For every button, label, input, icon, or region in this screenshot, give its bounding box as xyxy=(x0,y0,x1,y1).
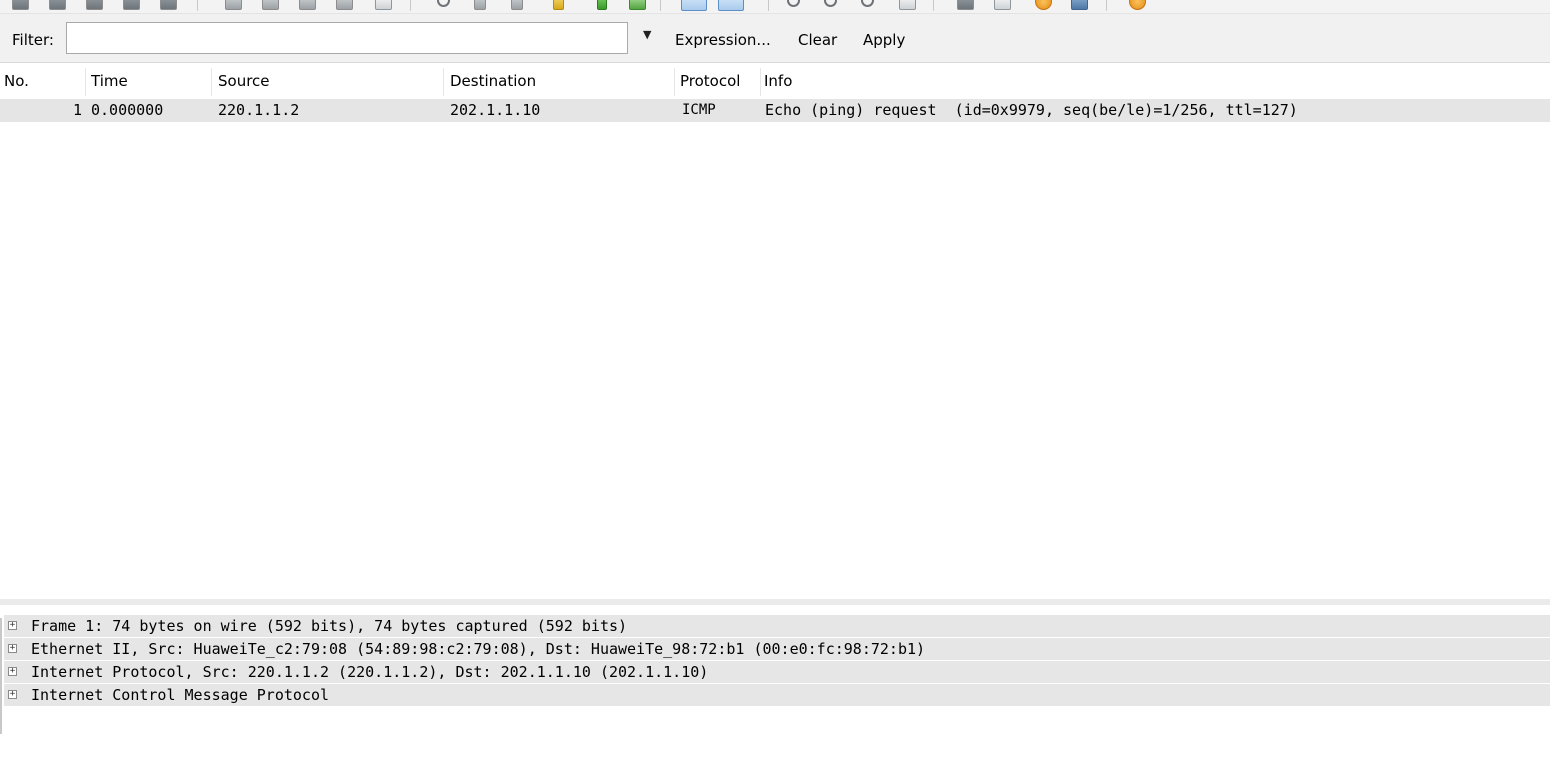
preferences-icon[interactable] xyxy=(1071,0,1088,10)
help-icon[interactable] xyxy=(1129,0,1146,10)
tree-item-ethernet[interactable]: + Ethernet II, Src: HuaweiTe_c2:79:08 (5… xyxy=(4,638,1550,660)
colorize-icon[interactable] xyxy=(681,0,707,11)
packet-protocol: ICMP xyxy=(682,102,716,118)
tree-border xyxy=(0,618,2,734)
expand-icon[interactable]: + xyxy=(8,644,17,653)
go-last-icon[interactable] xyxy=(629,0,646,10)
tree-item-label: Ethernet II, Src: HuaweiTe_c2:79:08 (54:… xyxy=(31,640,926,658)
packet-details-tree: + Frame 1: 74 bytes on wire (592 bits), … xyxy=(0,599,1550,734)
column-header-info[interactable]: Info xyxy=(764,72,792,90)
expand-icon[interactable]: + xyxy=(8,621,17,630)
tree-item-ip[interactable]: + Internet Protocol, Src: 220.1.1.2 (220… xyxy=(4,661,1550,683)
save-file-icon[interactable] xyxy=(262,0,279,10)
column-divider[interactable] xyxy=(760,68,761,96)
coloring-rules-icon[interactable] xyxy=(1035,0,1052,10)
print-icon[interactable] xyxy=(375,0,392,10)
column-divider[interactable] xyxy=(674,68,675,96)
packet-time: 0.000000 xyxy=(91,101,164,119)
toolbar-separator xyxy=(410,0,411,11)
zoom-in-icon[interactable] xyxy=(787,0,800,7)
go-back-icon[interactable] xyxy=(474,0,486,10)
expand-icon[interactable]: + xyxy=(8,690,17,699)
tree-item-frame[interactable]: + Frame 1: 74 bytes on wire (592 bits), … xyxy=(4,615,1550,637)
tree-item-label: Internet Control Message Protocol xyxy=(31,686,330,704)
clear-button[interactable]: Clear xyxy=(798,31,837,49)
open-file-icon[interactable] xyxy=(225,0,242,10)
column-header-time[interactable]: Time xyxy=(91,72,128,90)
filter-input[interactable] xyxy=(66,22,628,54)
find-packet-icon[interactable] xyxy=(437,0,450,7)
interface-list-icon[interactable] xyxy=(12,0,29,10)
tree-item-icmp[interactable]: + Internet Control Message Protocol xyxy=(4,684,1550,706)
column-divider[interactable] xyxy=(443,68,444,96)
column-header-no[interactable]: No. xyxy=(4,72,29,90)
close-file-icon[interactable] xyxy=(299,0,316,10)
zoom-out-icon[interactable] xyxy=(824,0,837,7)
packet-destination: 202.1.1.10 xyxy=(450,101,541,119)
toolbar-separator xyxy=(197,0,198,11)
column-header-source[interactable]: Source xyxy=(218,72,270,90)
packet-list: No. Time Source Destination Protocol Inf… xyxy=(0,63,1550,599)
column-header-protocol[interactable]: Protocol xyxy=(680,72,740,90)
go-forward-icon[interactable] xyxy=(511,0,523,10)
table-row[interactable]: 1 0.000000 220.1.1.2 202.1.1.10 ICMP Ech… xyxy=(0,99,1550,122)
stop-capture-icon[interactable] xyxy=(123,0,140,10)
column-divider[interactable] xyxy=(85,68,86,96)
main-toolbar xyxy=(0,0,1550,14)
toolbar-separator xyxy=(768,0,769,11)
normal-size-icon[interactable] xyxy=(861,0,874,7)
display-filters-icon[interactable] xyxy=(994,0,1011,10)
packet-source: 220.1.1.2 xyxy=(218,101,300,119)
expression-button[interactable]: Expression... xyxy=(675,31,771,49)
go-to-packet-icon[interactable] xyxy=(553,0,564,10)
reload-icon[interactable] xyxy=(336,0,353,10)
capture-filters-icon[interactable] xyxy=(957,0,974,10)
column-divider[interactable] xyxy=(211,68,212,96)
tree-item-label: Internet Protocol, Src: 220.1.1.2 (220.1… xyxy=(31,663,709,681)
filter-dropdown-arrow-icon[interactable]: ▼ xyxy=(643,28,651,41)
start-capture-icon[interactable] xyxy=(86,0,103,10)
toolbar-separator xyxy=(933,0,934,11)
column-header-destination[interactable]: Destination xyxy=(450,72,536,90)
packet-list-header: No. Time Source Destination Protocol Inf… xyxy=(0,63,1550,99)
toolbar-separator xyxy=(660,0,661,11)
apply-button[interactable]: Apply xyxy=(863,31,905,49)
packet-no: 1 xyxy=(73,101,83,119)
filter-toolbar: Filter: ▼ Expression... Clear Apply xyxy=(0,14,1550,63)
auto-scroll-icon[interactable] xyxy=(718,0,744,11)
toolbar-separator xyxy=(1106,0,1107,11)
go-first-icon[interactable] xyxy=(597,0,607,10)
expand-icon[interactable]: + xyxy=(8,667,17,676)
resize-columns-icon[interactable] xyxy=(899,0,916,10)
restart-capture-icon[interactable] xyxy=(160,0,177,10)
packet-info: Echo (ping) request (id=0x9979, seq(be/l… xyxy=(765,101,1298,119)
capture-options-icon[interactable] xyxy=(49,0,66,10)
tree-item-label: Frame 1: 74 bytes on wire (592 bits), 74… xyxy=(31,617,628,635)
filter-label: Filter: xyxy=(12,31,54,49)
